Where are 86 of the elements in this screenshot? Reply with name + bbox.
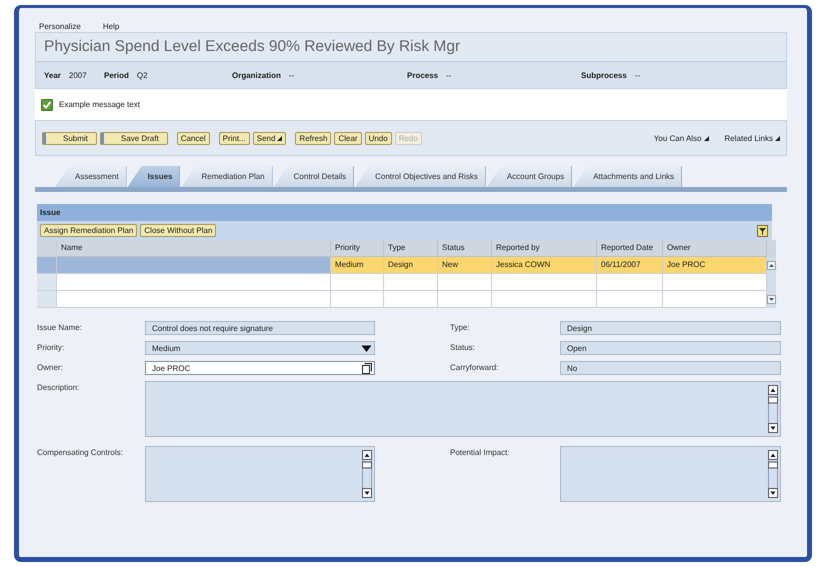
context-value: -- xyxy=(634,70,640,80)
field-label: Status: xyxy=(450,342,476,354)
scrollbar xyxy=(768,385,778,433)
column-header[interactable]: Status xyxy=(438,240,492,257)
lookup-icon xyxy=(362,362,372,374)
field-label: Priority: xyxy=(37,342,66,354)
table-cell xyxy=(597,291,663,308)
table-cell xyxy=(438,274,492,291)
table-cell: New xyxy=(438,257,492,274)
dropdown-arrow-icon xyxy=(361,344,372,352)
dropdown[interactable]: Medium xyxy=(145,341,375,355)
toolbar-button[interactable]: Print... xyxy=(218,132,250,144)
context-label: Year xyxy=(44,70,61,80)
column-header[interactable]: Type xyxy=(384,240,438,257)
scrollbar[interactable] xyxy=(767,257,776,308)
filter-icon[interactable] xyxy=(757,224,768,236)
table-cell xyxy=(438,291,492,308)
column-header[interactable]: Name xyxy=(57,240,331,257)
toolbar-button[interactable]: Refresh xyxy=(295,132,332,144)
menu-link[interactable]: Related Links xyxy=(724,134,780,142)
table-cell xyxy=(384,274,438,291)
context-value: -- xyxy=(446,70,452,80)
toolbar-button[interactable]: Submit xyxy=(42,132,97,144)
caret-icon xyxy=(704,136,709,140)
input-field[interactable]: Design xyxy=(560,321,781,335)
context-label: Process xyxy=(407,70,438,80)
table-cell xyxy=(331,291,384,308)
section-title: Issue xyxy=(37,204,772,221)
context-value: Q2 xyxy=(136,70,148,80)
column-header[interactable]: Reported Date xyxy=(597,240,663,257)
toolbar-button[interactable]: Cancel xyxy=(176,132,210,144)
header-cell xyxy=(37,240,57,257)
table-cell: Medium xyxy=(331,257,384,274)
context-label: Organization xyxy=(232,70,281,80)
context-label: Period xyxy=(104,70,129,80)
toolbar-button[interactable]: Assign Remediation Plan xyxy=(40,224,138,237)
toolbar-button[interactable]: Save Draft xyxy=(100,132,168,144)
input-field[interactable]: Control does not require signature xyxy=(145,321,375,335)
scroll-down-icon xyxy=(767,295,776,304)
tab[interactable]: Account Groups xyxy=(486,166,572,187)
tab[interactable]: Control Details xyxy=(274,166,354,187)
toolbar-button[interactable]: Undo xyxy=(364,132,392,144)
tab[interactable]: Control Objectives and Risks xyxy=(355,166,486,187)
toolbar-button[interactable]: Close Without Plan xyxy=(140,224,216,237)
table-cell: Design xyxy=(384,257,438,274)
column-header[interactable]: Reported by xyxy=(492,240,597,257)
message-text: Example message text xyxy=(59,100,140,109)
menu-link[interactable]: You Can Also xyxy=(654,134,709,142)
field-label: Issue Name: xyxy=(37,322,83,334)
context-label: Subprocess xyxy=(581,70,627,80)
tab[interactable]: Remediation Plan xyxy=(181,166,273,187)
scroll-up-icon xyxy=(767,261,776,270)
input-field[interactable]: No xyxy=(560,361,781,375)
table-cell: Jessica COWN xyxy=(492,257,597,274)
context-value: 2007 xyxy=(68,70,87,80)
field-label: Owner: xyxy=(37,362,64,374)
context-value: -- xyxy=(288,70,294,80)
field-label: Description: xyxy=(37,382,80,394)
column-header[interactable]: Owner xyxy=(663,240,767,257)
input-field[interactable]: Open xyxy=(560,341,781,355)
field-label: Type: xyxy=(450,322,471,334)
menu-button[interactable]: Send xyxy=(252,132,286,144)
tab[interactable]: Issues xyxy=(128,166,180,187)
caret-icon xyxy=(775,136,780,140)
table-cell xyxy=(384,291,438,308)
table-cell: 06/11/2007 xyxy=(597,257,663,274)
scrollbar xyxy=(362,450,372,498)
toolbar-button[interactable]: Clear xyxy=(334,132,362,144)
table-cell: Joe PROC xyxy=(663,257,767,274)
input-field[interactable]: Joe PROC xyxy=(145,361,375,375)
caret-icon xyxy=(277,136,282,140)
table-cell xyxy=(597,274,663,291)
scrollbar xyxy=(768,450,778,498)
menu-item[interactable]: Personalize xyxy=(39,22,81,28)
column-header[interactable]: Priority xyxy=(331,240,384,257)
table-cell xyxy=(331,274,384,291)
field-label: Carryforward: xyxy=(450,362,500,374)
page-title: Physician Spend Level Exceeds 90% Reviewed By Risk Mgr xyxy=(36,33,786,62)
tab[interactable]: Assessment xyxy=(55,166,127,187)
header-cell xyxy=(767,240,776,257)
row-selector[interactable] xyxy=(37,257,57,274)
field-label: Potential Impact: xyxy=(450,447,511,459)
tab[interactable]: Attachments and Links xyxy=(573,166,682,187)
row-selector[interactable] xyxy=(37,274,57,291)
field-label: Compensating Controls: xyxy=(37,447,124,459)
row-selector[interactable] xyxy=(37,291,57,308)
